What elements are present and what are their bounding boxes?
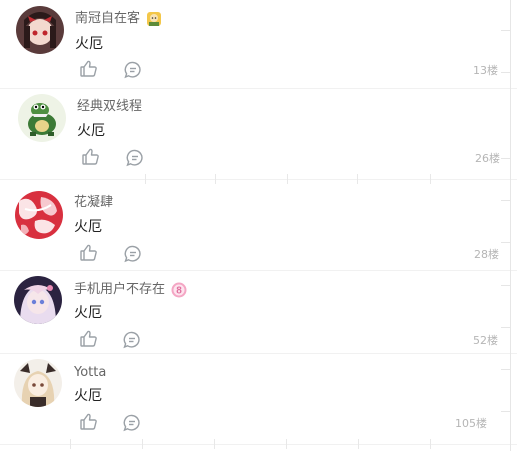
reply-button[interactable] — [123, 60, 145, 82]
reply-button[interactable] — [122, 330, 144, 352]
ruler-mark — [501, 242, 511, 243]
avatar-user-4[interactable] — [14, 276, 62, 324]
divider-tick — [142, 439, 143, 449]
ruler-mark — [501, 411, 511, 412]
divider-tick — [357, 174, 358, 184]
comment-bubble-icon — [123, 331, 140, 349]
svg-text:8: 8 — [176, 286, 182, 297]
username[interactable]: 手机用户不存在 — [74, 281, 165, 299]
ruler-mark — [501, 72, 511, 73]
ruler-mark — [501, 285, 511, 286]
comment-bubble-icon — [123, 414, 140, 432]
username-row: 手机用户不存在 8 — [74, 281, 187, 299]
comment-text: 火厄 — [74, 219, 102, 235]
thumbs-up-icon — [80, 330, 97, 347]
comment-text: 火厄 — [77, 123, 105, 139]
divider — [0, 444, 517, 445]
gold-avatar-badge-icon — [146, 11, 162, 27]
like-button[interactable] — [79, 412, 101, 434]
floor-number: 26楼 — [475, 152, 500, 165]
divider-tick — [70, 439, 71, 449]
ruler-mark — [501, 327, 511, 328]
comment-bubble-icon — [126, 149, 143, 167]
ruler-mark — [501, 200, 511, 201]
like-button[interactable] — [79, 59, 101, 81]
avatar-user-5[interactable] — [14, 359, 62, 407]
username-row: Yotta — [74, 364, 106, 382]
divider-tick — [358, 439, 359, 449]
ruler-mark — [501, 30, 511, 31]
comment-text: 火厄 — [74, 388, 102, 404]
floor-number: 52楼 — [473, 334, 498, 347]
username-row: 南冠自在客 — [75, 10, 162, 28]
username-row: 经典双线程 — [77, 98, 142, 116]
thumbs-up-icon — [80, 60, 97, 77]
reply-button[interactable] — [123, 244, 145, 266]
username[interactable]: 经典双线程 — [77, 98, 142, 116]
reply-button[interactable] — [122, 413, 144, 435]
username[interactable]: 花凝肆 — [74, 194, 113, 212]
thumbs-up-icon — [80, 413, 97, 430]
divider — [0, 179, 517, 180]
divider — [0, 88, 517, 89]
comment-bubble-icon — [124, 245, 141, 263]
floor-number: 13楼 — [473, 64, 498, 77]
like-button[interactable] — [81, 147, 103, 169]
reply-button[interactable] — [125, 148, 147, 170]
avatar-user-2[interactable] — [18, 94, 66, 142]
divider-tick — [145, 174, 146, 184]
divider — [0, 353, 517, 354]
divider-tick — [286, 439, 287, 449]
floor-number: 105楼 — [455, 417, 487, 430]
like-button[interactable] — [79, 329, 101, 351]
floor-number: 28楼 — [474, 248, 499, 261]
username-row: 花凝肆 — [74, 194, 113, 212]
level-8-badge-icon: 8 — [171, 282, 187, 298]
ruler-mark — [501, 369, 511, 370]
divider-tick — [430, 174, 431, 184]
ruler-mark — [501, 158, 511, 159]
divider-tick — [214, 439, 215, 449]
divider-tick — [287, 174, 288, 184]
username[interactable]: 南冠自在客 — [75, 10, 140, 28]
comment-text: 火厄 — [75, 36, 103, 52]
like-button[interactable] — [79, 243, 101, 265]
divider-tick — [215, 174, 216, 184]
divider-tick — [430, 439, 431, 449]
scroll-ruler — [510, 0, 511, 451]
avatar-user-1[interactable] — [16, 6, 64, 54]
divider — [0, 270, 517, 271]
username[interactable]: Yotta — [74, 364, 106, 382]
thumbs-up-icon — [80, 244, 97, 261]
thumbs-up-icon — [82, 148, 99, 165]
comment-bubble-icon — [124, 61, 141, 79]
avatar-user-3[interactable] — [15, 191, 63, 239]
comment-text: 火厄 — [74, 305, 102, 321]
